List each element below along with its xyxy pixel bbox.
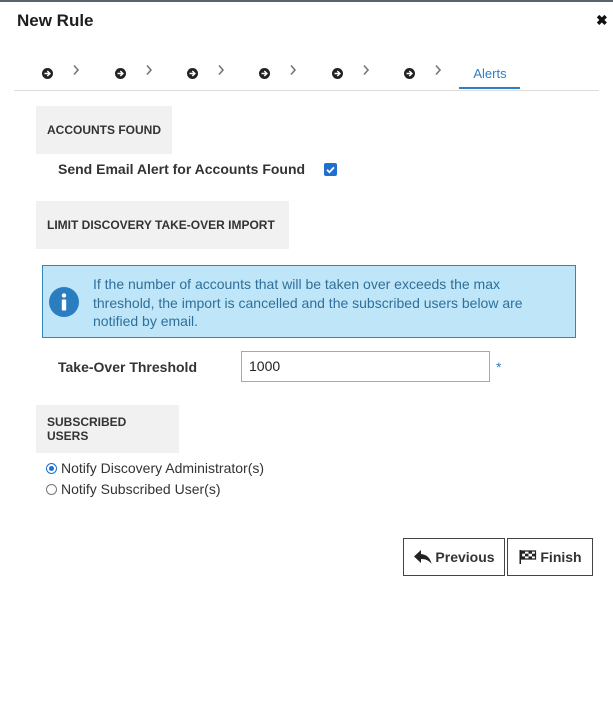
previous-button[interactable]: Previous bbox=[403, 538, 505, 576]
finish-button[interactable]: Finish bbox=[507, 538, 593, 576]
section-limit-discovery: LIMIT DISCOVERY TAKE-OVER IMPORT bbox=[36, 201, 289, 249]
checkered-flag-icon bbox=[519, 550, 537, 564]
notify-admin-radio[interactable] bbox=[46, 462, 57, 474]
close-icon[interactable]: ✖ bbox=[596, 12, 608, 28]
finish-label: Finish bbox=[540, 549, 582, 565]
send-email-label: Send Email Alert for Accounts Found bbox=[58, 161, 306, 177]
threshold-label: Take-Over Threshold bbox=[58, 359, 198, 375]
threshold-input[interactable]: 1000 bbox=[241, 351, 490, 382]
top-border bbox=[0, 0, 613, 2]
checkmark-icon bbox=[326, 166, 335, 174]
section-accounts-found: ACCOUNTS FOUND bbox=[36, 106, 172, 154]
step-5-complete-icon[interactable] bbox=[332, 66, 343, 84]
step-3-complete-icon[interactable] bbox=[187, 66, 198, 84]
step-1-complete-icon[interactable] bbox=[42, 66, 53, 84]
chevron-right-icon bbox=[218, 64, 225, 76]
send-email-checkbox[interactable] bbox=[324, 163, 337, 176]
chevron-right-icon bbox=[363, 64, 370, 76]
info-text: If the number of accounts that will be t… bbox=[93, 276, 523, 329]
steps-divider bbox=[14, 90, 599, 91]
chevron-right-icon bbox=[290, 64, 297, 76]
notify-subscribed-radio[interactable] bbox=[46, 483, 57, 495]
info-callout: If the number of accounts that will be t… bbox=[42, 265, 576, 338]
section-subscribed-users: SUBSCRIBED USERS bbox=[36, 405, 179, 453]
info-icon bbox=[49, 287, 79, 317]
step-4-complete-icon[interactable] bbox=[259, 66, 270, 84]
step-alerts-tab[interactable]: Alerts bbox=[460, 66, 520, 81]
chevron-right-icon bbox=[146, 64, 153, 76]
step-6-complete-icon[interactable] bbox=[404, 66, 415, 84]
dialog-title: New Rule bbox=[17, 11, 94, 30]
notify-subscribed-option[interactable]: Notify Subscribed User(s) bbox=[46, 481, 221, 497]
notify-subscribed-label: Notify Subscribed User(s) bbox=[61, 481, 221, 497]
chevron-right-icon bbox=[435, 64, 442, 76]
reply-arrow-icon bbox=[414, 550, 432, 564]
notify-admin-option[interactable]: Notify Discovery Administrator(s) bbox=[46, 460, 264, 476]
required-marker: * bbox=[496, 359, 502, 375]
active-step-underline bbox=[459, 87, 520, 89]
notify-admin-label: Notify Discovery Administrator(s) bbox=[61, 460, 265, 476]
step-2-complete-icon[interactable] bbox=[115, 66, 126, 84]
chevron-right-icon bbox=[73, 64, 80, 76]
previous-label: Previous bbox=[435, 549, 495, 565]
wizard-steps: Alerts bbox=[0, 60, 613, 90]
